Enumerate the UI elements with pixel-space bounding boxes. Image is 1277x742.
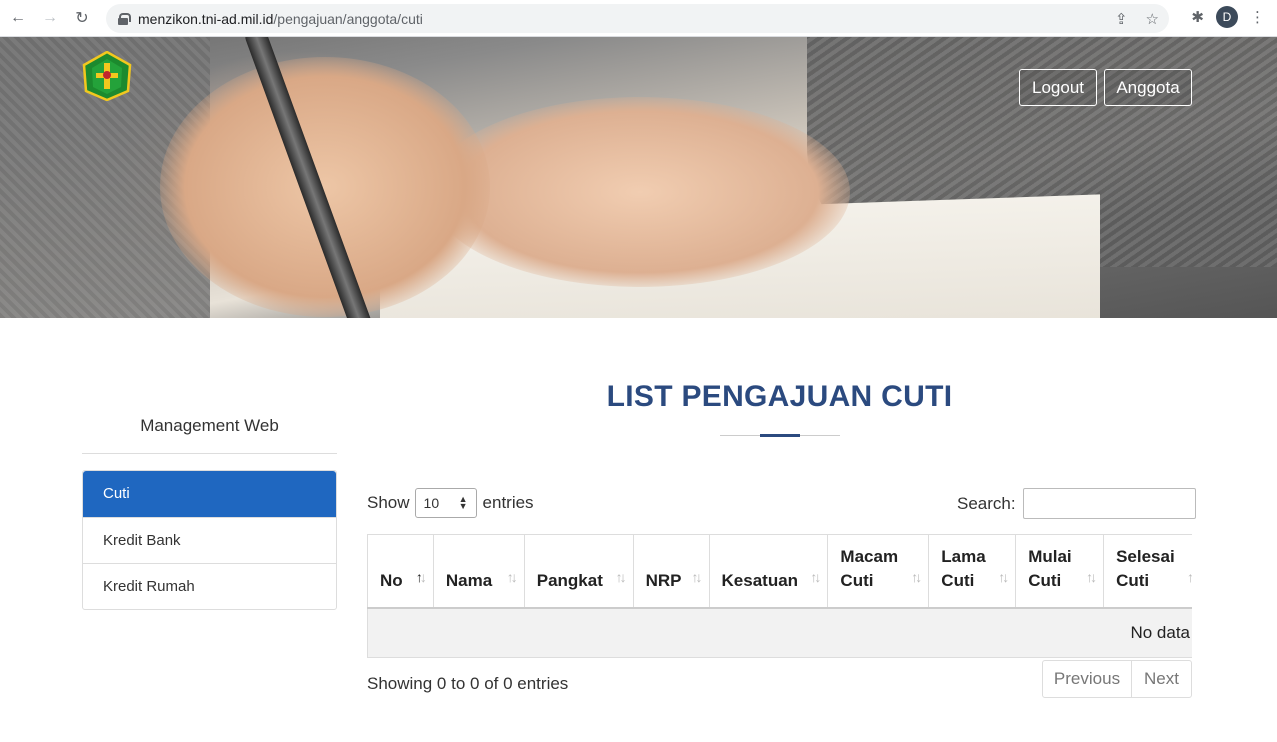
entries-label: entries [482,493,534,512]
sidebar-menu: Cuti Kredit Bank Kredit Rumah [82,470,337,610]
empty-table-cell: No data [367,607,1192,658]
sidebar-item-kredit-rumah[interactable]: Kredit Rumah [83,563,336,609]
table-info: Showing 0 to 0 of 0 entries [367,674,569,693]
share-icon[interactable]: ⇪ [1115,10,1128,28]
column-header-pangkat[interactable]: Pangkat ↑↓ [523,534,634,609]
hero-banner: Logout Anggota [0,37,1277,318]
sort-icon: ↑↓ [810,568,821,585]
bookmark-star-icon[interactable]: ☆ [1146,10,1159,28]
column-header-lama-cuti[interactable]: Lama Cuti ↑↓ [928,534,1017,609]
lock-icon [118,12,131,25]
column-header-selesai-cuti[interactable]: SelesaiCuti↑↓ [1103,534,1192,609]
anggota-button[interactable]: Anggota [1104,69,1192,106]
logout-button[interactable]: Logout [1019,69,1097,106]
sort-icon: ↑↓ [691,568,703,585]
pagination: Previous Next [1042,660,1192,698]
next-button[interactable]: Next [1132,661,1191,697]
address-bar[interactable]: menzikon.tni-ad.mil.id/pengajuan/anggota… [106,4,1169,33]
reload-icon[interactable]: ↻ [66,2,98,34]
sort-icon: ↑↓ [911,568,922,585]
search-label: Search: [957,493,1016,513]
table-header-row: No ↑↓ Nama ↑↓ Pangkat ↑↓ NRP ↑↓ Kesatuan ↑↓ M… [367,534,1192,609]
sort-icon: ↑↓ [1086,568,1097,585]
column-header-mulai-cuti[interactable]: Mulai Cuti ↑↓ [1015,534,1105,609]
url-host: menzikon.tni-ad.mil.id [138,10,274,27]
column-header-no[interactable]: No ↑↓ [367,534,434,609]
sort-icon: ↑↓ [615,568,627,585]
entries-length-value: 10 [423,495,440,511]
sort-icon: ↑↓ [506,568,518,585]
sort-asc-icon: ↑↓ [415,568,427,585]
browser-toolbar: ← → ↻ menzikon.tni-ad.mil.id/pengajuan/a… [0,0,1277,37]
data-table-wrapper: No ↑↓ Nama ↑↓ Pangkat ↑↓ NRP ↑↓ Kesatuan ↑↓ M… [367,534,1192,658]
search-control: Search: [957,488,1196,519]
forward-icon[interactable]: → [34,2,66,34]
table-row-empty: No data [367,607,1192,658]
search-input[interactable] [1022,488,1196,519]
site-logo[interactable] [82,51,132,101]
back-icon[interactable]: ← [2,2,34,34]
page-title: LIST PENGAJUAN CUTI [606,380,953,413]
length-control: Show 10 ▲ ▼ entries [367,488,534,518]
sidebar-title: Management Web [82,400,337,454]
select-arrows-icon: ▲ ▼ [458,494,468,511]
previous-button[interactable]: Previous [1043,661,1132,697]
profile-avatar[interactable]: D [1216,6,1238,28]
show-label: Show [367,493,410,512]
entries-length-select[interactable]: 10 ▲ ▼ [414,488,477,518]
column-header-nama[interactable]: Nama ↑↓ [432,534,525,609]
sidebar: Management Web Cuti Kredit Bank Kredit R… [82,400,337,610]
url-path: /pengajuan/anggota/cuti [273,10,423,27]
sort-icon: ↑↓ [1187,568,1192,585]
title-divider [720,434,840,437]
data-table: No ↑↓ Nama ↑↓ Pangkat ↑↓ NRP ↑↓ Kesatuan ↑↓ M… [367,534,1192,658]
column-header-nrp[interactable]: NRP ↑↓ [632,534,710,609]
menu-kebab-icon[interactable]: ⋮ [1250,8,1265,26]
sidebar-item-cuti[interactable]: Cuti [83,471,336,517]
extensions-icon[interactable]: ✱ [1191,8,1204,26]
column-header-macam-cuti[interactable]: Macam Cuti ↑↓ [827,534,930,609]
sort-icon: ↑↓ [998,568,1009,585]
column-header-kesatuan[interactable]: Kesatuan ↑↓ [708,534,829,609]
sidebar-item-kredit-bank[interactable]: Kredit Bank [83,517,336,563]
